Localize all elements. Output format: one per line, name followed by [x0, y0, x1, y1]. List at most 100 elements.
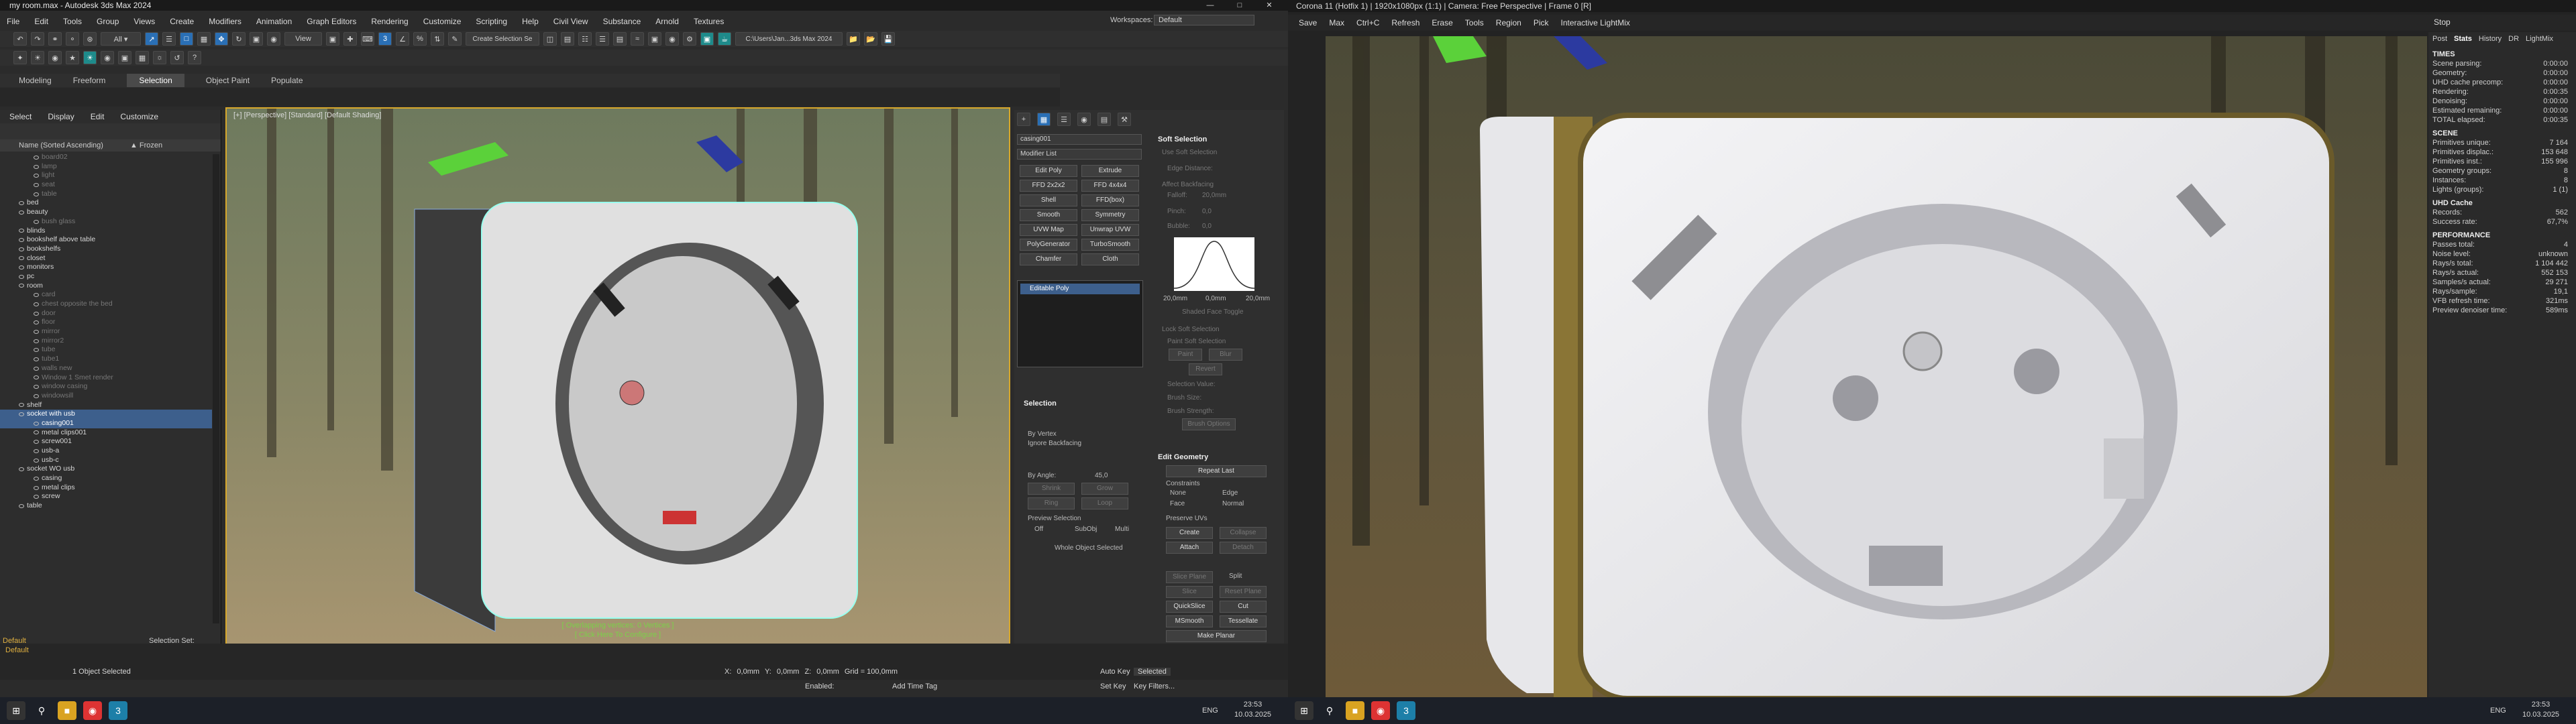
corona-light-icon[interactable]: ☀: [83, 51, 97, 64]
list-item[interactable]: screw: [0, 492, 212, 501]
menu-item-scripting[interactable]: Scripting: [476, 17, 507, 26]
ribbon-tab-freeform[interactable]: Freeform: [73, 74, 106, 87]
eye-icon[interactable]: [19, 284, 24, 288]
clock[interactable]: 23:53 10.03.2025: [1234, 700, 1271, 720]
corona-converter-icon[interactable]: ↺: [170, 51, 184, 64]
stats-tab-stats[interactable]: Stats: [2454, 35, 2472, 43]
menu-item-views[interactable]: Views: [133, 17, 155, 26]
list-item[interactable]: chest opposite the bed: [0, 300, 212, 309]
list-item[interactable]: windowsill: [0, 391, 212, 401]
constraint-face[interactable]: Face: [1170, 500, 1185, 507]
modifier-button-chamfer[interactable]: Chamfer: [1020, 253, 1077, 265]
modifier-button-extrude[interactable]: Extrude: [1081, 165, 1139, 177]
close-icon[interactable]: ✕: [1254, 0, 1284, 11]
stats-tab-post[interactable]: Post: [2432, 35, 2447, 43]
by-angle-label[interactable]: By Angle:: [1028, 472, 1056, 479]
eye-icon[interactable]: [19, 238, 24, 243]
view-dropdown[interactable]: View: [284, 32, 322, 46]
list-item[interactable]: screw001: [0, 437, 212, 446]
list-item[interactable]: usb-c: [0, 456, 212, 465]
keyboard-shortcut-icon[interactable]: ⌨: [361, 32, 374, 46]
scene-tree-scrollbar[interactable]: [213, 154, 219, 623]
undo-icon[interactable]: ↶: [13, 32, 27, 46]
eye-icon[interactable]: [34, 348, 39, 353]
preview-off-radio[interactable]: Off: [1034, 526, 1043, 533]
select-by-name-icon[interactable]: ☰: [162, 32, 176, 46]
folder-icon[interactable]: 📁: [847, 32, 860, 46]
split-checkbox[interactable]: Split: [1229, 572, 1242, 580]
workspace-dropdown[interactable]: Default: [1154, 15, 1254, 25]
lang-indicator[interactable]: ENG: [1202, 707, 1218, 715]
reset-plane-button[interactable]: Reset Plane: [1220, 586, 1267, 598]
list-item[interactable]: tube: [0, 345, 212, 355]
list-item[interactable]: socket WO usb: [0, 465, 212, 474]
ribbon-toggle-icon[interactable]: ▤: [613, 32, 627, 46]
menu-item-rendering[interactable]: Rendering: [371, 17, 408, 26]
x-value[interactable]: 0,0mm: [737, 668, 759, 676]
eye-icon[interactable]: [34, 302, 39, 306]
preview-multi-radio[interactable]: Multi: [1115, 526, 1129, 533]
menu-item-civil-view[interactable]: Civil View: [553, 17, 588, 26]
list-item[interactable]: mirror: [0, 327, 212, 337]
constraint-none[interactable]: None: [1170, 489, 1186, 497]
list-item[interactable]: closet: [0, 254, 212, 263]
eye-icon[interactable]: [34, 219, 39, 224]
stats-tab-history[interactable]: History: [2479, 35, 2502, 43]
quickslice-button[interactable]: QuickSlice: [1166, 601, 1213, 613]
helper-icon[interactable]: ★: [66, 51, 79, 64]
list-item[interactable]: shelf: [0, 401, 212, 410]
tessellate-button[interactable]: Tessellate: [1220, 615, 1267, 627]
minimize-icon[interactable]: —: [1195, 0, 1225, 11]
eye-icon[interactable]: [19, 412, 24, 417]
bubble-value[interactable]: 0,0: [1202, 223, 1212, 230]
eye-icon[interactable]: [34, 394, 39, 398]
eye-icon[interactable]: [19, 265, 24, 270]
constraint-normal[interactable]: Normal: [1222, 500, 1244, 507]
eye-icon[interactable]: [34, 430, 39, 435]
schematic-view-icon[interactable]: ▣: [648, 32, 661, 46]
list-item[interactable]: pc: [0, 272, 212, 282]
selection-filter[interactable]: All ▾: [101, 32, 141, 46]
menu-item-animation[interactable]: Animation: [256, 17, 292, 26]
project-path[interactable]: C:\Users\Jan...3ds Max 2024: [735, 32, 843, 46]
revert-button[interactable]: Revert: [1189, 363, 1222, 375]
scene-explorer-menu-customize[interactable]: Customize: [120, 110, 158, 123]
scene-explorer-menu-display[interactable]: Display: [48, 110, 74, 123]
blur-button[interactable]: Blur: [1209, 349, 1242, 361]
affect-backfacing-label[interactable]: Affect Backfacing: [1162, 181, 1214, 188]
menu-item-edit[interactable]: Edit: [34, 17, 48, 26]
angle-snap-icon[interactable]: ∠: [396, 32, 409, 46]
ring-button[interactable]: Ring: [1028, 497, 1075, 509]
eye-icon[interactable]: [34, 182, 39, 187]
window-crossing-icon[interactable]: ▦: [197, 32, 211, 46]
motion-tab-icon[interactable]: ◉: [1077, 113, 1091, 126]
auto-key-button[interactable]: Auto Key: [1100, 668, 1130, 676]
list-item[interactable]: bush glass: [0, 217, 212, 227]
edge-distance-label[interactable]: Edge Distance:: [1167, 165, 1213, 172]
snaps-toggle-icon[interactable]: 3: [378, 32, 392, 46]
shrink-button[interactable]: Shrink: [1028, 483, 1075, 495]
display-tab-icon[interactable]: ▤: [1097, 113, 1111, 126]
grow-button[interactable]: Grow: [1081, 483, 1128, 495]
unlink-icon[interactable]: ⚬: [66, 32, 79, 46]
enabled-label[interactable]: Enabled:: [805, 682, 834, 690]
modifier-button-ffd-2x2x2[interactable]: FFD 2x2x2: [1020, 180, 1077, 192]
eye-icon[interactable]: [34, 311, 39, 316]
ignore-backfacing-label[interactable]: Ignore Backfacing: [1028, 440, 1081, 447]
detach-button[interactable]: Detach: [1220, 542, 1267, 554]
msmooth-button[interactable]: MSmooth: [1166, 615, 1213, 627]
eye-icon[interactable]: [19, 201, 24, 206]
list-item[interactable]: card: [0, 290, 212, 300]
lock-soft-selection[interactable]: Lock Soft Selection: [1162, 326, 1220, 333]
brush-options-button[interactable]: Brush Options: [1182, 418, 1236, 430]
selection-rollout-title[interactable]: Selection: [1024, 400, 1057, 408]
eye-icon[interactable]: [34, 329, 39, 334]
configure-link[interactable]: [ Click Here To Configure ]: [227, 630, 1009, 640]
start-icon[interactable]: ⊞: [7, 701, 25, 720]
move-icon[interactable]: ✥: [215, 32, 228, 46]
eye-icon[interactable]: [19, 403, 24, 408]
list-item[interactable]: mirror2: [0, 337, 212, 346]
placement-icon[interactable]: ◉: [267, 32, 280, 46]
lang-indicator-right[interactable]: ENG: [2490, 707, 2506, 715]
menu-item-graph-editors[interactable]: Graph Editors: [307, 17, 356, 26]
